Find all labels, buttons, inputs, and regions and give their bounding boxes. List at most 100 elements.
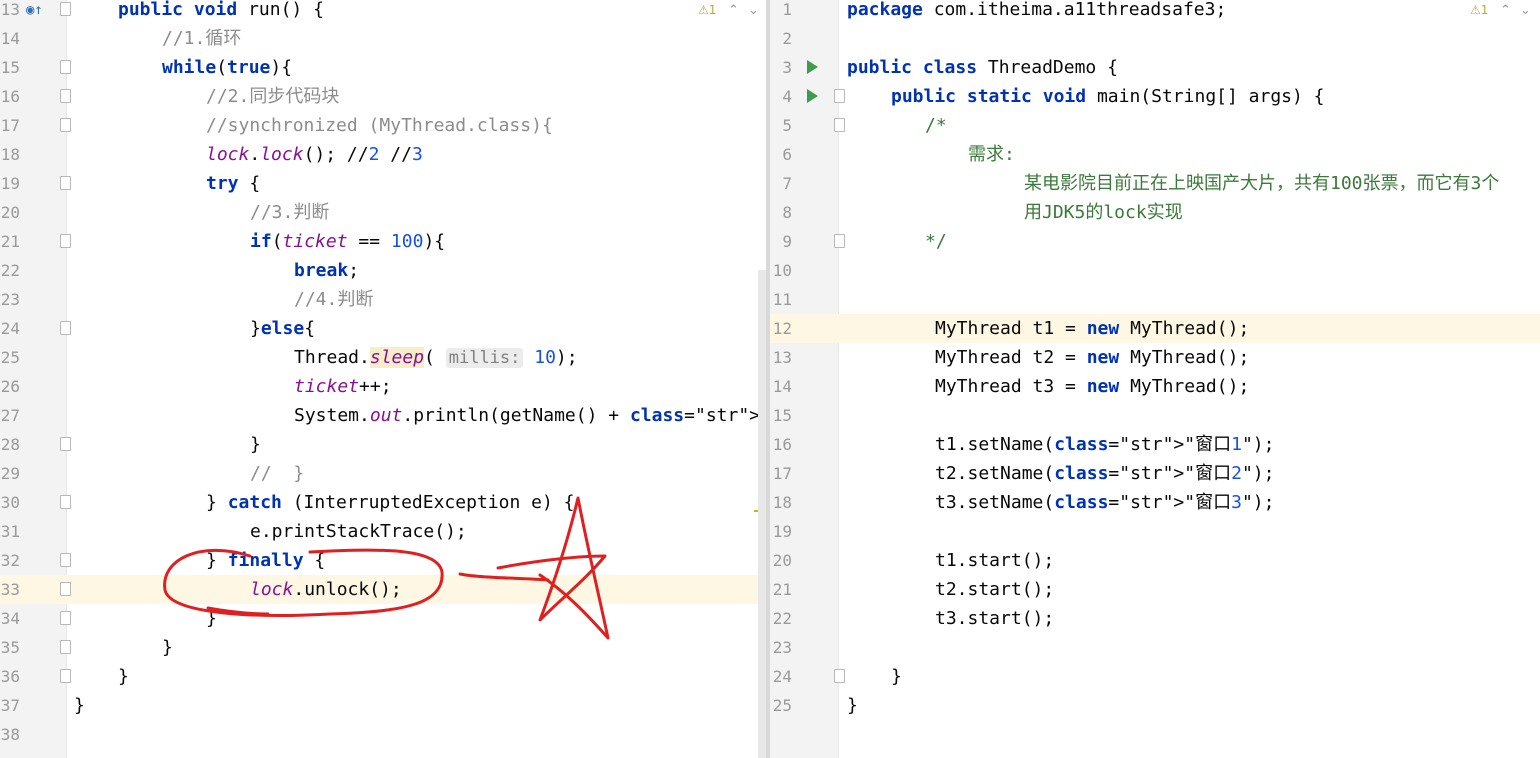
line-number[interactable]: 12: [770, 314, 792, 343]
fold-icon[interactable]: [60, 437, 71, 451]
line-number[interactable]: 15: [770, 401, 792, 430]
code-text[interactable]: } catch (InterruptedException e) {: [206, 488, 574, 517]
fold-icon[interactable]: [60, 495, 71, 509]
fold-icon[interactable]: [60, 118, 71, 132]
code-text[interactable]: MyThread t1 = new MyThread();: [935, 314, 1249, 343]
fold-icon[interactable]: [60, 669, 71, 683]
line-number[interactable]: 22: [770, 604, 792, 633]
code-text[interactable]: */: [925, 227, 947, 256]
code-line[interactable]: 20 t1.start();: [770, 546, 1540, 575]
code-line[interactable]: 33 lock.unlock();: [0, 575, 766, 604]
code-text[interactable]: try {: [206, 169, 260, 198]
fold-icon[interactable]: [60, 2, 71, 16]
code-line[interactable]: 31 e.printStackTrace();: [0, 517, 766, 546]
fold-icon[interactable]: [834, 234, 845, 248]
code-line[interactable]: 37}: [0, 691, 766, 720]
line-number[interactable]: 28: [0, 430, 20, 459]
code-text[interactable]: //4.判断: [294, 285, 373, 314]
line-number[interactable]: 37: [0, 691, 20, 720]
line-number[interactable]: 20: [770, 546, 792, 575]
line-number[interactable]: 23: [770, 633, 792, 662]
fold-icon[interactable]: [60, 640, 71, 654]
code-text[interactable]: //1.循环: [162, 24, 241, 53]
code-text[interactable]: ticket++;: [294, 372, 392, 401]
code-text[interactable]: e.printStackTrace();: [250, 517, 467, 546]
line-number[interactable]: 26: [0, 372, 20, 401]
code-line[interactable]: 35}: [0, 633, 766, 662]
line-number[interactable]: 38: [0, 720, 20, 749]
code-line[interactable]: 14 //1.循环: [0, 24, 766, 53]
line-number[interactable]: 18: [770, 488, 792, 517]
code-text[interactable]: }: [891, 662, 902, 691]
code-text[interactable]: t1.start();: [935, 546, 1054, 575]
run-icon[interactable]: [807, 89, 818, 103]
line-number[interactable]: 16: [770, 430, 792, 459]
code-text[interactable]: package com.itheima.a11threadsafe3;: [847, 0, 1226, 24]
code-line[interactable]: 9 */: [770, 227, 1540, 256]
code-line[interactable]: 30} catch (InterruptedException e) {: [0, 488, 766, 517]
line-number[interactable]: 33: [0, 575, 20, 604]
code-line[interactable]: 13 MyThread t2 = new MyThread();: [770, 343, 1540, 372]
line-number[interactable]: 32: [0, 546, 20, 575]
line-number[interactable]: 25: [770, 691, 792, 720]
code-text[interactable]: /*: [925, 111, 947, 140]
code-line[interactable]: 15 while(true){: [0, 53, 766, 82]
code-line[interactable]: 29 // }: [0, 459, 766, 488]
code-text[interactable]: 某电影院目前正在上映国产大片，共有100张票，而它有3个: [1024, 169, 1499, 198]
code-text[interactable]: 需求:: [968, 140, 1015, 169]
code-line[interactable]: 27 System.out.println(getName() + class="…: [0, 401, 766, 430]
line-number[interactable]: 15: [0, 53, 20, 82]
code-text[interactable]: // }: [250, 459, 304, 488]
line-number[interactable]: 17: [770, 459, 792, 488]
code-line[interactable]: 14 MyThread t3 = new MyThread();: [770, 372, 1540, 401]
code-line[interactable]: 16 t1.setName(class="str">"窗口1");: [770, 430, 1540, 459]
line-number[interactable]: 18: [0, 140, 20, 169]
code-text[interactable]: System.out.println(getName() + class="st…: [294, 401, 766, 430]
line-number[interactable]: 10: [770, 256, 792, 285]
line-number[interactable]: 24: [770, 662, 792, 691]
code-line[interactable]: 38: [0, 720, 766, 749]
code-text[interactable]: //3.判断: [250, 198, 329, 227]
code-text[interactable]: t2.setName(class="str">"窗口2");: [935, 459, 1274, 488]
line-number[interactable]: 19: [0, 169, 20, 198]
code-text[interactable]: lock.lock(); //2 //3: [206, 140, 423, 169]
line-number[interactable]: 29: [0, 459, 20, 488]
fold-icon[interactable]: [60, 553, 71, 567]
code-text[interactable]: t3.start();: [935, 604, 1054, 633]
code-line[interactable]: 18 t3.setName(class="str">"窗口3");: [770, 488, 1540, 517]
code-text[interactable]: }: [206, 604, 217, 633]
line-number[interactable]: 1: [770, 0, 792, 24]
line-number[interactable]: 11: [770, 285, 792, 314]
code-line[interactable]: 16 //2.同步代码块: [0, 82, 766, 111]
code-line[interactable]: 18 lock.lock(); //2 //3: [0, 140, 766, 169]
code-line[interactable]: 34}: [0, 604, 766, 633]
fold-icon[interactable]: [60, 611, 71, 625]
line-number[interactable]: 34: [0, 604, 20, 633]
code-line[interactable]: 11: [770, 285, 1540, 314]
code-line[interactable]: 5 /*: [770, 111, 1540, 140]
code-line[interactable]: 24}else{: [0, 314, 766, 343]
code-line[interactable]: 6 需求:: [770, 140, 1540, 169]
code-text[interactable]: }: [74, 691, 85, 720]
code-text[interactable]: }: [847, 691, 858, 720]
fold-icon[interactable]: [834, 118, 845, 132]
code-line[interactable]: 19: [770, 517, 1540, 546]
right-editor-pane[interactable]: ⚠1 ⌃ ⌄ 1 package com.itheima.a11threadsaf…: [770, 0, 1540, 758]
code-line[interactable]: 25}: [770, 691, 1540, 720]
code-text[interactable]: while(true){: [162, 53, 292, 82]
fold-icon[interactable]: [834, 89, 845, 103]
code-line[interactable]: 20 //3.判断: [0, 198, 766, 227]
code-text[interactable]: MyThread t3 = new MyThread();: [935, 372, 1249, 401]
fold-icon[interactable]: [60, 60, 71, 74]
line-number[interactable]: 24: [0, 314, 20, 343]
code-text[interactable]: }: [118, 662, 129, 691]
code-line[interactable]: 17 //synchronized (MyThread.class){: [0, 111, 766, 140]
code-line[interactable]: 26 ticket++;: [0, 372, 766, 401]
code-text[interactable]: //2.同步代码块: [206, 82, 339, 111]
line-number[interactable]: 8: [770, 198, 792, 227]
code-line[interactable]: 22 t3.start();: [770, 604, 1540, 633]
code-line[interactable]: 23: [770, 633, 1540, 662]
line-number[interactable]: 23: [0, 285, 20, 314]
run-icon[interactable]: [807, 60, 818, 74]
code-text[interactable]: Thread.sleep( millis: 10);: [294, 343, 578, 373]
